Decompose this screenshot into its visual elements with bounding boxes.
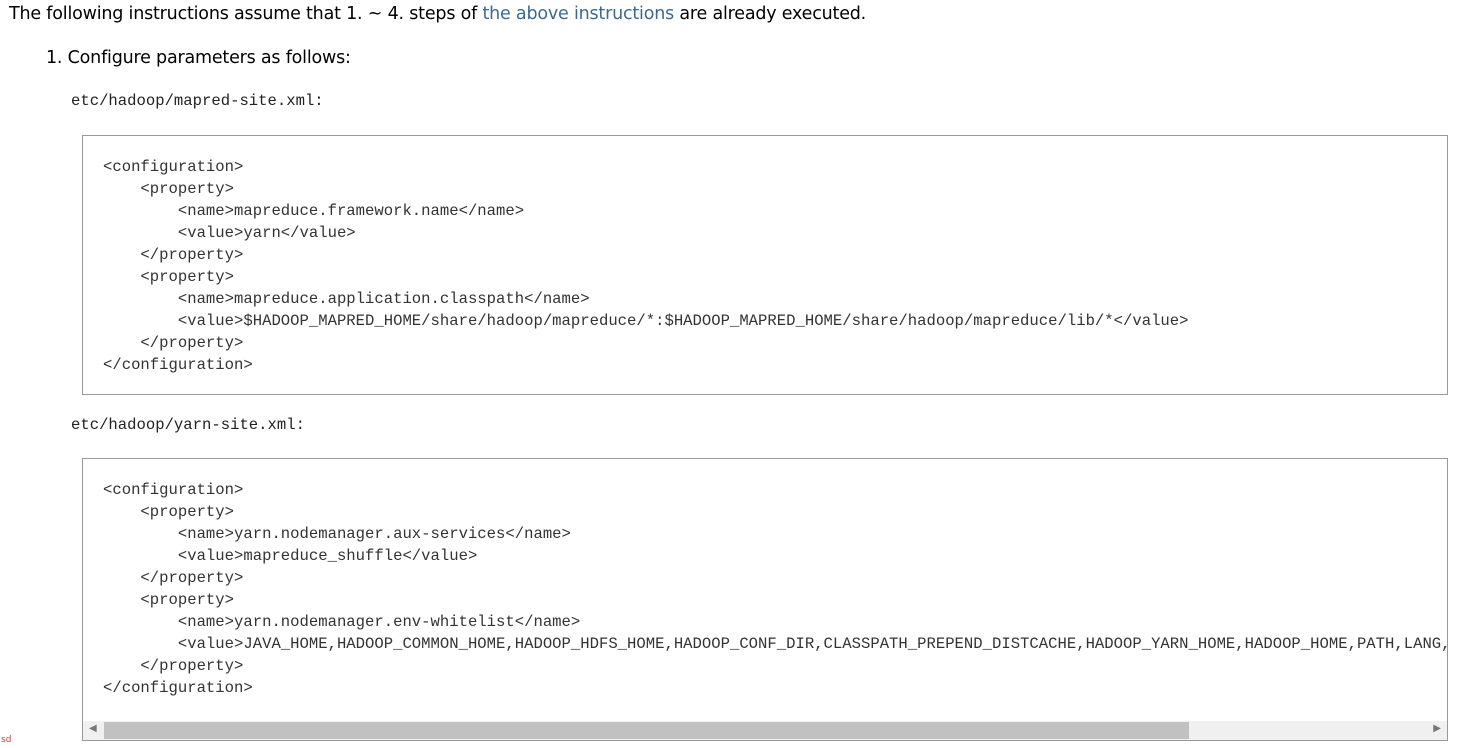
horizontal-scrollbar[interactable]: ◀ ▶: [83, 721, 1447, 740]
yarn-site-code-block: <configuration> <property> <name>yarn.no…: [82, 458, 1448, 741]
above-instructions-link[interactable]: the above instructions: [482, 4, 674, 24]
mapred-site-code-block: <configuration> <property> <name>mapredu…: [82, 135, 1448, 395]
yarn-site-filename: etc/hadoop/yarn-site.xml:: [71, 416, 305, 434]
scroll-left-arrow-icon[interactable]: ◀: [89, 723, 97, 734]
intro-paragraph: The following instructions assume that 1…: [9, 4, 866, 24]
step-heading: 1. Configure parameters as follows:: [46, 48, 351, 68]
intro-text: The following instructions assume that 1…: [9, 4, 483, 24]
scrollbar-thumb[interactable]: [104, 722, 1189, 739]
scroll-right-arrow-icon[interactable]: ▶: [1433, 723, 1441, 734]
mapred-site-code: <configuration> <property> <name>mapredu…: [103, 158, 1189, 374]
corner-mark: sd: [1, 735, 12, 745]
mapred-site-filename: etc/hadoop/mapred-site.xml:: [71, 92, 324, 110]
yarn-site-code: <configuration> <property> <name>yarn.no…: [103, 481, 1447, 697]
intro-text-end: are already executed.: [674, 4, 867, 24]
